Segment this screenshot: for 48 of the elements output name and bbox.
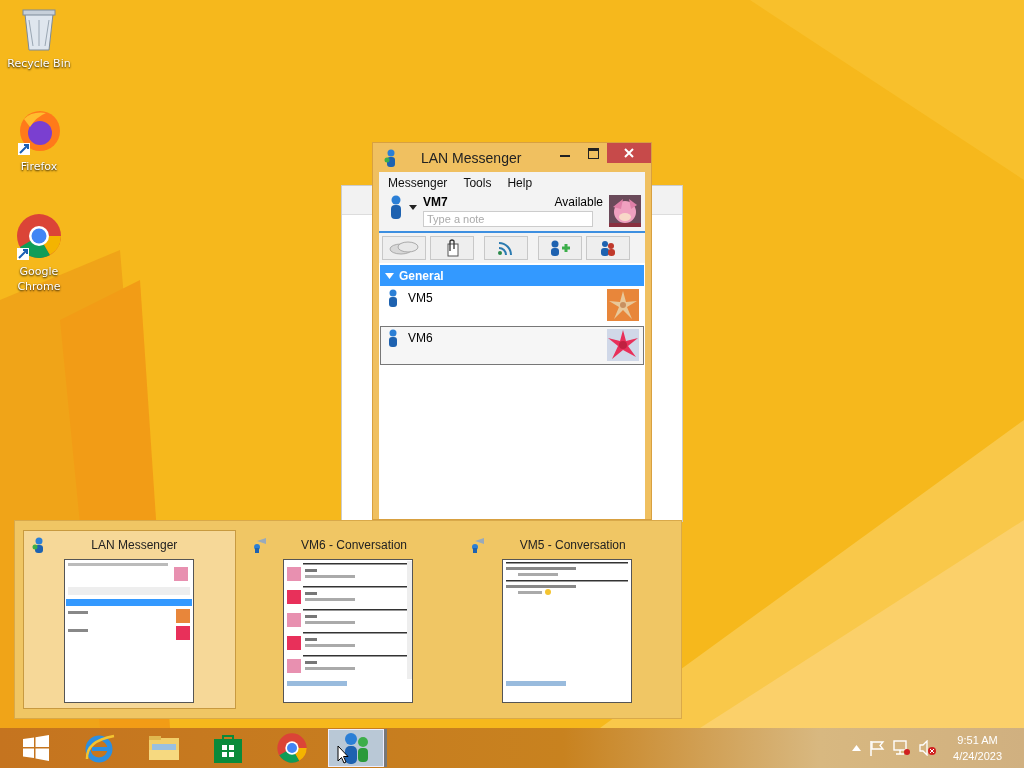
user-status-icon[interactable] [389,195,403,219]
muted-speaker-icon[interactable] [919,740,938,756]
file-button[interactable] [430,236,474,260]
contact-status-icon [388,329,398,347]
shopping-bag-icon [214,733,242,763]
window-title: LAN Messenger [421,149,523,166]
close-button[interactable] [607,143,651,163]
add-user-icon [549,240,571,256]
window-thumbnail[interactable]: VM5 - Conversation [460,530,673,709]
caret-icon[interactable] [409,205,417,210]
contact-status-icon [388,289,398,307]
chrome-icon[interactable] [15,212,63,260]
conversation-icon [469,537,486,553]
users-icon [599,240,617,256]
close-icon [624,148,634,158]
chrome-icon [276,732,308,764]
menu-item[interactable]: Messenger [388,176,448,190]
menu-item[interactable]: Tools [463,176,492,190]
taskbar-app[interactable] [328,729,384,767]
recycle-bin-icon[interactable] [19,6,59,52]
user-name: VM7 [423,195,448,209]
ie-icon [84,733,116,763]
contact-item[interactable]: VM6 [380,326,644,365]
firefox-icon[interactable] [16,109,62,155]
folder-icon [148,734,180,762]
menu-item[interactable]: Help [507,176,533,190]
broadcast-icon [497,240,515,256]
messenger-icon [32,537,46,553]
window-thumbnail[interactable]: VM6 - Conversation [241,530,455,709]
chat-bubbles-icon [389,241,419,255]
network-icon[interactable] [893,740,912,756]
contact-name: VM5 [408,291,434,305]
thumbnail-title: VM5 - Conversation [518,538,627,552]
mouse-cursor-icon [337,745,349,764]
status-label[interactable]: Available [554,195,603,209]
window-thumbnail[interactable]: LAN Messenger [23,530,236,709]
paperclip-icon [444,239,460,257]
contact-item[interactable]: VM5 [380,286,644,325]
windows-logo-icon [23,735,49,761]
thumbnail-title: LAN Messenger [90,538,179,552]
note-field[interactable]: Type a note [423,211,593,227]
thumbnail-title: VM6 - Conversation [300,538,409,552]
settings-button[interactable] [586,236,630,260]
broadcast-button[interactable] [484,236,528,260]
add-contact-button[interactable] [538,236,582,260]
group-label: General [399,268,444,283]
expand-icon[interactable] [385,272,394,279]
contact-name: VM6 [408,331,434,345]
